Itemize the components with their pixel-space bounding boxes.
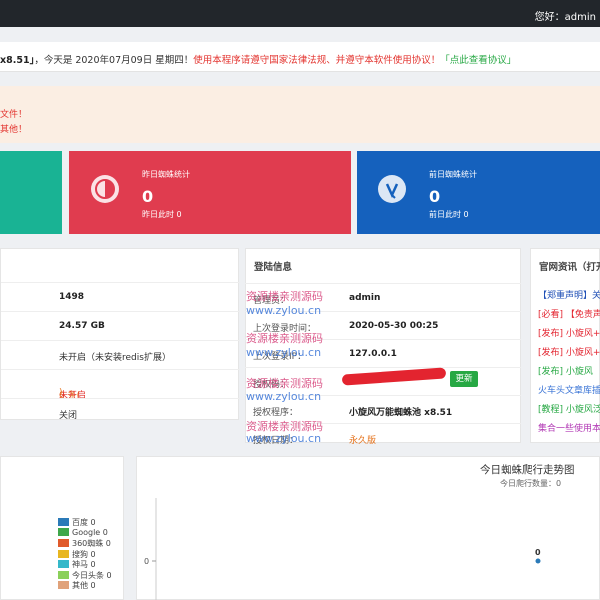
info-value: 24.57 GB: [59, 321, 105, 331]
login-value: 永久版: [349, 436, 377, 446]
date-text: ，今天是 2020年07月09日 星期四！: [34, 55, 194, 66]
system-info-panel: 1498 24.57 GB 未开启（未安装redis扩展） 0 条( 未开启) …: [0, 248, 240, 421]
cache-suffix: ): [59, 388, 63, 398]
stat-before-value: 0: [429, 187, 441, 206]
legend-item[interactable]: 今日头条 0: [58, 570, 112, 580]
news-item[interactable]: 【郑重声明】关: [538, 288, 600, 301]
panel-title: 官网资讯（打开: [539, 262, 600, 273]
notice-bar: x8.51」，今天是 2020年07月09日 星期四！使用本程序请遵守国家法律法…: [0, 42, 600, 72]
law-text: 使用本程序请遵守国家法律法规、并遵守本软件使用协议！: [193, 55, 441, 66]
legend-label: Google 0: [72, 527, 108, 537]
legend-item[interactable]: 百度 0: [58, 517, 96, 527]
legend-item[interactable]: 神马 0: [58, 559, 96, 569]
stat-yesterday-value: 0: [142, 187, 154, 206]
table-row: 0 条( 未开启): [1, 369, 240, 401]
warning-box: 文件！ 其他！: [0, 86, 600, 143]
login-value: 2020-05-30 00:25: [349, 321, 439, 331]
table-row: 关闭: [1, 398, 240, 421]
legend-label: 百度 0: [72, 518, 96, 527]
agreement-link[interactable]: 「点此查看协议」: [440, 55, 516, 66]
login-value: 小旋风万能蜘蛛池 x8.51: [349, 408, 453, 418]
watermark-url: www.zylou.cn: [246, 346, 322, 359]
legend-label: 今日头条 0: [72, 570, 112, 580]
watermark-url: www.zylou.cn: [246, 390, 322, 403]
version-text: x8.51」: [0, 55, 35, 66]
watermark-text: 资源楼亲测源码: [246, 290, 323, 303]
warning-line-1: 文件！: [0, 110, 28, 120]
legend-swatch: [58, 570, 69, 579]
top-bar: 您好：admin: [0, 0, 600, 27]
legend-label: 神马 0: [72, 560, 96, 569]
legend-swatch: [58, 518, 69, 526]
stat-card-before-yesterday: 前日蜘蛛统计 0 前日此时 0: [357, 151, 600, 234]
legend-swatch: [58, 527, 69, 536]
login-value: 127.0.0.1: [349, 349, 397, 359]
legend-item[interactable]: 搜狗 0: [58, 549, 96, 559]
stat-before-title: 前日蜘蛛统计: [429, 170, 477, 179]
trend-chart: 00: [144, 498, 541, 600]
legend-swatch: [58, 560, 69, 568]
watermark-url: www.zylou.cn: [246, 304, 322, 317]
panel-title: 登陆信息: [254, 262, 293, 273]
user-greeting[interactable]: 您好：admin: [535, 8, 596, 23]
notice-line: x8.51」，今天是 2020年07月09日 星期四！使用本程序请遵守国家法律法…: [0, 52, 516, 66]
spider-icon: [378, 175, 406, 203]
data-label: 0: [535, 548, 541, 557]
legend-item[interactable]: 360蜘蛛 0: [58, 538, 111, 548]
info-value: 未开启（未安装redis扩展）: [59, 353, 171, 363]
legend-item[interactable]: 其他 0: [58, 580, 96, 590]
table-row: 24.57 GB: [1, 311, 240, 340]
news-item[interactable]: [发布] 小旋风+泛: [538, 326, 600, 339]
yin-yang-icon: [91, 175, 119, 203]
warning-line-2: 其他！: [0, 125, 28, 135]
news-item[interactable]: 集合一些使用本: [538, 421, 600, 434]
watermark-url: www.zylou.cn: [246, 432, 322, 445]
stat-yesterday-sub: 昨日此时 0: [142, 210, 182, 219]
stat-card-yesterday: 昨日蜘蛛统计 0 昨日此时 0: [69, 151, 351, 234]
table-row: 1498: [1, 282, 240, 311]
stat-yesterday-title: 昨日蜘蛛统计: [142, 170, 190, 179]
watermark-text: 资源楼亲测源码: [246, 332, 323, 345]
info-value: 关闭: [59, 411, 78, 421]
news-item[interactable]: [教程] 小旋风泛: [538, 402, 600, 415]
table-row: 未开启（未安装redis扩展）: [1, 340, 240, 369]
info-value: 1498: [59, 292, 85, 302]
legend-swatch: [58, 581, 69, 589]
news-item[interactable]: 火车头文章库插: [538, 383, 600, 396]
login-label: 授权程序：: [253, 408, 299, 418]
legend-swatch: [58, 549, 69, 558]
update-button[interactable]: 更新: [450, 371, 478, 387]
legend-swatch: [58, 539, 69, 547]
legend-label: 360蜘蛛 0: [72, 539, 111, 548]
legend-label: 搜狗 0: [72, 549, 96, 559]
login-value: admin: [349, 293, 381, 303]
news-item[interactable]: [必看] 【免责声: [538, 307, 600, 320]
news-item[interactable]: [发布] 小旋风 【: [538, 364, 600, 377]
y-tick-label: 0: [144, 557, 149, 566]
news-item[interactable]: [发布] 小旋风+万: [538, 345, 600, 358]
legend-item[interactable]: Google 0: [58, 527, 108, 538]
data-point: [535, 558, 541, 564]
stat-card-today: [0, 151, 62, 234]
legend-label: 其他 0: [72, 581, 96, 590]
stat-before-sub: 前日此时 0: [429, 210, 469, 219]
watermark-text: 资源楼亲测源码: [246, 377, 323, 390]
